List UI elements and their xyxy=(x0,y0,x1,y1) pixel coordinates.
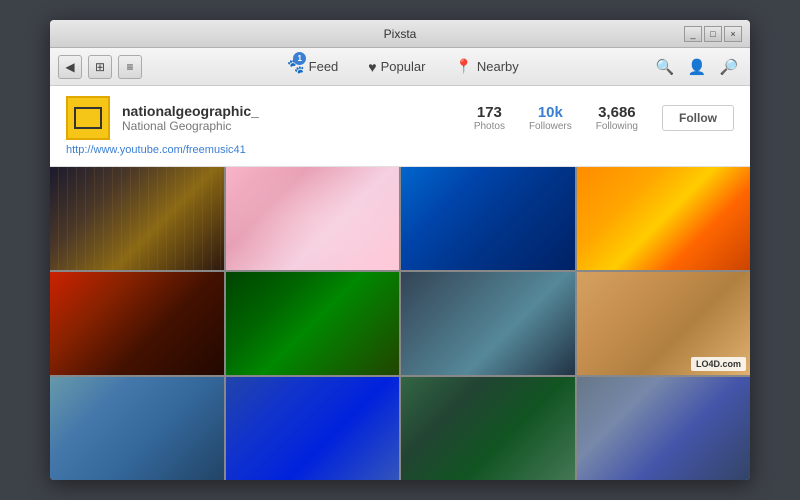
toolbar: ◀ ⊞ ≡ 1 🐾 Feed ♥ Popular 📍 Nearby 🔍 👤 🔎 xyxy=(50,48,750,86)
stat-following: 3,686 Following xyxy=(596,104,638,132)
photos-label: Photos xyxy=(474,121,505,132)
photo-item[interactable] xyxy=(50,272,224,375)
popular-label: Popular xyxy=(381,59,426,74)
window-title: Pixsta xyxy=(384,27,417,41)
following-label: Following xyxy=(596,121,638,132)
photo-item[interactable] xyxy=(50,377,224,480)
profile-username: nationalgeographic_ xyxy=(122,103,462,119)
photo-item[interactable] xyxy=(50,167,224,270)
minimize-button[interactable]: _ xyxy=(684,26,702,42)
menu-button[interactable]: ≡ xyxy=(118,55,142,79)
stat-photos: 173 Photos xyxy=(474,104,505,132)
followers-count: 10k xyxy=(529,104,572,121)
popular-icon: ♥ xyxy=(368,59,376,75)
photo-item[interactable] xyxy=(226,272,400,375)
grid-view-button[interactable]: ⊞ xyxy=(88,55,112,79)
photo-item[interactable] xyxy=(577,167,751,270)
photo-item[interactable] xyxy=(401,167,575,270)
back-button[interactable]: ◀ xyxy=(58,55,82,79)
toolbar-right: 🔍 👤 🔎 xyxy=(652,54,742,80)
search-button[interactable]: 🔍 xyxy=(652,54,678,80)
profile-stats: 173 Photos 10k Followers 3,686 Following… xyxy=(474,104,734,132)
watermark: LO4D.com xyxy=(691,357,746,371)
nav-popular[interactable]: ♥ Popular xyxy=(362,55,431,79)
photo-item[interactable] xyxy=(226,167,400,270)
nav-feed[interactable]: 1 🐾 Feed xyxy=(281,54,344,79)
photo-item[interactable] xyxy=(401,377,575,480)
profile-link[interactable]: http://www.youtube.com/freemusic41 xyxy=(66,144,734,156)
app-window: Pixsta _ □ × ◀ ⊞ ≡ 1 🐾 Feed ♥ Popular 📍 xyxy=(50,20,750,480)
profile-area: nationalgeographic_ National Geographic … xyxy=(50,86,750,167)
stat-followers: 10k Followers xyxy=(529,104,572,132)
followers-label: Followers xyxy=(529,121,572,132)
profile-row: nationalgeographic_ National Geographic … xyxy=(66,96,734,140)
maximize-button[interactable]: □ xyxy=(704,26,722,42)
photos-count: 173 xyxy=(474,104,505,121)
photo-item[interactable] xyxy=(401,272,575,375)
title-bar: Pixsta _ □ × xyxy=(50,20,750,48)
profile-realname: National Geographic xyxy=(122,119,462,133)
location-icon: 📍 xyxy=(455,58,472,75)
avatar xyxy=(66,96,110,140)
feed-label: Feed xyxy=(309,59,339,74)
nav-tabs: 1 🐾 Feed ♥ Popular 📍 Nearby xyxy=(154,54,652,79)
nearby-label: Nearby xyxy=(477,59,519,74)
photo-item[interactable] xyxy=(577,377,751,480)
following-count: 3,686 xyxy=(596,104,638,121)
toolbar-nav-left: ◀ ⊞ ≡ xyxy=(58,55,142,79)
photo-item[interactable]: LO4D.com xyxy=(577,272,751,375)
window-controls: _ □ × xyxy=(684,26,742,42)
follow-button[interactable]: Follow xyxy=(662,105,734,131)
close-button[interactable]: × xyxy=(724,26,742,42)
nav-nearby[interactable]: 📍 Nearby xyxy=(449,54,524,79)
profile-info: nationalgeographic_ National Geographic xyxy=(122,103,462,133)
user-button[interactable]: 👤 xyxy=(684,54,710,80)
search2-button[interactable]: 🔎 xyxy=(716,54,742,80)
photo-grid: LO4D.com xyxy=(50,167,750,480)
avatar-logo xyxy=(74,107,102,129)
photo-item[interactable] xyxy=(226,377,400,480)
